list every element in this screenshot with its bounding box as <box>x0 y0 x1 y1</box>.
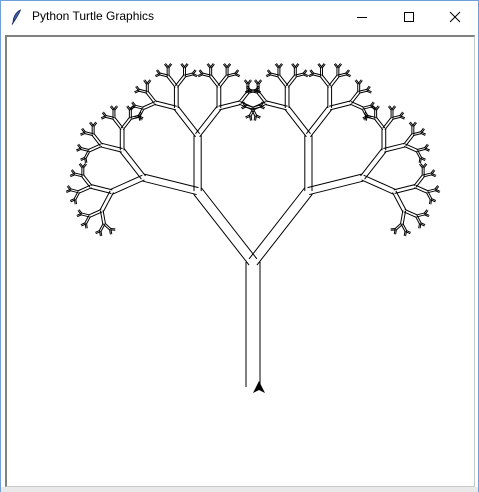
tree-branch-line <box>392 192 404 212</box>
tree-branch-line <box>256 193 313 266</box>
minimize-icon <box>357 16 367 18</box>
tree-branch-line <box>89 145 103 153</box>
tree-branch-line <box>400 210 404 224</box>
tree-branch-line <box>254 103 268 110</box>
tree-branch-line <box>284 109 307 138</box>
tree-branch-line <box>416 147 425 151</box>
tree-branch-line <box>199 109 222 138</box>
tree-branch-line <box>403 230 406 236</box>
title-bar[interactable]: Python Turtle Graphics <box>1 1 478 32</box>
tree-branch-line <box>404 208 418 216</box>
tree-branch-line <box>123 148 146 177</box>
tree-branch-line <box>364 151 387 180</box>
tree-branch-line <box>144 173 199 189</box>
turtle-window: Python Turtle Graphics <box>0 0 479 492</box>
turtle-canvas-frame <box>5 35 475 487</box>
tree-branch-line <box>362 104 371 108</box>
tree-branch-line <box>102 210 106 224</box>
tree-branch-line <box>102 192 114 212</box>
turtle-canvas[interactable] <box>7 37 474 486</box>
tree-branch-line <box>89 211 103 218</box>
tree-branch-line <box>395 190 407 210</box>
tree-branch-line <box>428 198 431 205</box>
tree-branch-line <box>201 187 258 260</box>
tree-branch-line <box>426 188 436 192</box>
tree-branch-line <box>288 106 311 134</box>
feather-icon <box>11 9 22 25</box>
tree-branch-line <box>104 222 112 229</box>
tree-branch-line <box>193 193 250 266</box>
tree-branch-line <box>79 187 92 194</box>
window-bottom-border <box>1 487 478 492</box>
tree-branch-line <box>173 109 196 138</box>
tree-branch-line <box>307 173 362 189</box>
tree-branch-line <box>305 106 329 134</box>
tree-branch-line <box>361 179 394 195</box>
tree-branch-line <box>402 210 407 225</box>
tree-branch-line <box>360 148 383 177</box>
tree-branch-line <box>415 184 428 192</box>
tree-branch-line <box>248 187 305 260</box>
tree-branch-line <box>195 106 218 134</box>
tree-branch-line <box>85 157 88 163</box>
tree-branch-line <box>253 115 256 121</box>
tree-branch-line <box>418 157 421 163</box>
arrow-cursor-icon <box>253 381 265 393</box>
tree-branch-line <box>394 222 402 229</box>
tree-branch-line <box>416 212 425 216</box>
close-button[interactable] <box>432 1 478 32</box>
tree-branch-line <box>139 115 142 121</box>
tree-branch-line <box>414 187 427 194</box>
tree-branch-line <box>81 212 90 216</box>
tree-branch-line <box>363 174 396 190</box>
tree-branch-line <box>100 230 103 236</box>
window-title: Python Turtle Graphics <box>32 9 155 23</box>
tree-branch-line <box>142 180 197 196</box>
tree-branch-line <box>309 180 364 196</box>
tree-branch-line <box>85 223 88 229</box>
tree-branch-line <box>119 151 142 180</box>
maximize-icon <box>404 11 414 22</box>
tree-branch-line <box>350 101 364 108</box>
minimize-button[interactable] <box>339 1 385 32</box>
tree-branch-line <box>112 179 145 195</box>
tree-branch-line <box>396 224 403 231</box>
tree-branch-line <box>405 143 418 150</box>
tree-branch-line <box>349 103 363 110</box>
maximize-button[interactable] <box>386 1 432 32</box>
tree-branch-line <box>177 106 201 134</box>
tree-branch-line <box>418 223 421 229</box>
tree-branch-line <box>143 103 157 110</box>
tree-branch-line <box>70 188 80 192</box>
tree-branch-line <box>88 208 102 216</box>
tree-branch-line <box>99 190 111 210</box>
tree-branch-line <box>110 174 143 190</box>
tree-branch-line <box>81 147 90 151</box>
tree-branch-line <box>250 115 253 121</box>
tree-branch-line <box>135 104 144 108</box>
tree-branch-line <box>75 198 78 205</box>
tree-branch-line <box>403 145 417 153</box>
tree-branch-line <box>310 109 333 138</box>
close-icon <box>449 11 461 22</box>
fractal-tree <box>65 63 441 387</box>
